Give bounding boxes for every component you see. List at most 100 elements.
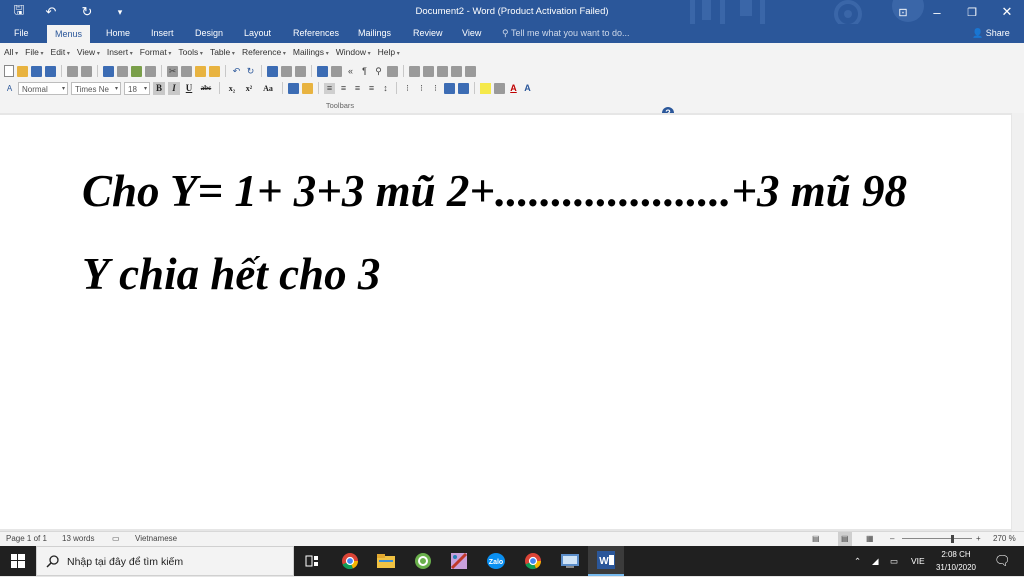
show-hide-paragraph-icon[interactable]: ¶ bbox=[359, 66, 370, 77]
file-explorer-icon[interactable] bbox=[368, 546, 404, 576]
menu-view[interactable]: View bbox=[77, 47, 100, 60]
font-color-icon[interactable]: A bbox=[508, 83, 519, 94]
tab-home[interactable]: Home bbox=[104, 24, 132, 43]
email-icon[interactable] bbox=[81, 65, 92, 77]
drawing-icon[interactable] bbox=[331, 65, 342, 77]
battery-icon[interactable]: ▭ bbox=[890, 546, 898, 576]
new-document-icon[interactable] bbox=[4, 65, 14, 77]
insert-table-icon[interactable] bbox=[295, 65, 306, 77]
text-box-icon[interactable] bbox=[451, 65, 462, 77]
highlight-icon[interactable] bbox=[480, 82, 491, 94]
menu-format[interactable]: Format bbox=[140, 47, 172, 60]
menu-all[interactable]: All bbox=[4, 47, 18, 60]
installer-app-icon[interactable] bbox=[552, 546, 588, 576]
proofing-icon[interactable]: ▭ bbox=[112, 532, 120, 546]
input-language[interactable]: VIE bbox=[911, 546, 925, 576]
line-spacing-icon[interactable]: ↕ bbox=[380, 83, 391, 94]
read-mode-icon[interactable]: ▤ bbox=[812, 532, 820, 546]
cut-icon[interactable]: ✂ bbox=[167, 65, 178, 77]
justify-icon[interactable]: ≡ bbox=[366, 83, 377, 94]
chrome-icon[interactable] bbox=[332, 546, 368, 576]
tab-mailings[interactable]: Mailings bbox=[356, 24, 393, 43]
increase-indent-icon[interactable] bbox=[458, 82, 469, 94]
menu-help[interactable]: Help bbox=[378, 47, 400, 60]
wifi-icon[interactable]: ◢ bbox=[872, 546, 879, 576]
print-preview-icon[interactable] bbox=[117, 65, 128, 77]
menu-table[interactable]: Table bbox=[210, 47, 235, 60]
taskbar-search-input[interactable]: Nhập tại đây để tìm kiếm bbox=[36, 546, 294, 576]
subscript-button[interactable]: x₂ bbox=[225, 82, 239, 95]
menu-insert[interactable]: Insert bbox=[107, 47, 133, 60]
format-painter-icon[interactable] bbox=[209, 65, 220, 77]
share-button[interactable]: 👤 Share bbox=[972, 24, 1010, 43]
zoom-in-button[interactable]: + bbox=[976, 532, 981, 546]
change-case-button[interactable]: Aa bbox=[259, 82, 277, 95]
font-dropdown[interactable]: Times Ne bbox=[71, 81, 121, 96]
minimize-button[interactable]: – bbox=[920, 0, 954, 24]
page-view-icon[interactable] bbox=[387, 65, 398, 77]
paste-icon[interactable] bbox=[195, 65, 206, 77]
tab-design[interactable]: Design bbox=[193, 24, 225, 43]
tables-borders-icon[interactable] bbox=[281, 65, 292, 77]
align-center-icon[interactable]: ≡ bbox=[338, 83, 349, 94]
paint-app-icon[interactable] bbox=[441, 546, 477, 576]
text-effects-icon[interactable] bbox=[288, 82, 299, 94]
textbox-options-icon[interactable] bbox=[465, 65, 476, 77]
spelling-icon[interactable] bbox=[131, 65, 142, 77]
notifications-icon[interactable]: 🗨 bbox=[994, 546, 1011, 576]
styles-icon[interactable]: A bbox=[4, 83, 15, 94]
zalo-icon[interactable]: Zalo bbox=[478, 546, 514, 576]
permission-icon[interactable] bbox=[67, 65, 78, 77]
tab-view[interactable]: View bbox=[460, 24, 483, 43]
strikethrough-button[interactable]: abc bbox=[198, 82, 214, 95]
ribbon-display-options-icon[interactable]: ⊡ bbox=[886, 0, 920, 24]
web-layout-icon[interactable]: ▦ bbox=[866, 532, 874, 546]
copy-icon[interactable] bbox=[181, 65, 192, 77]
undo-icon[interactable]: ↶ bbox=[231, 66, 242, 77]
menu-edit[interactable]: Edit bbox=[51, 47, 70, 60]
start-button[interactable] bbox=[0, 546, 36, 576]
save-all-icon[interactable] bbox=[45, 65, 56, 77]
quote-icon[interactable]: « bbox=[345, 66, 356, 77]
shading-icon[interactable] bbox=[494, 82, 505, 94]
clear-formatting-icon[interactable] bbox=[302, 82, 313, 94]
zoom-level[interactable]: 270 % bbox=[993, 532, 1016, 546]
shapes-icon[interactable] bbox=[437, 65, 448, 77]
chrome-icon-2[interactable] bbox=[515, 546, 551, 576]
font-size-dropdown[interactable]: 18 bbox=[124, 81, 150, 96]
research-icon[interactable] bbox=[145, 65, 156, 77]
zoom-slider-handle[interactable] bbox=[951, 535, 954, 543]
language-indicator[interactable]: Vietnamese bbox=[135, 532, 177, 546]
restore-button[interactable]: ❐ bbox=[955, 0, 989, 24]
text-effects-outline-icon[interactable]: A bbox=[522, 83, 533, 94]
underline-button[interactable]: U bbox=[183, 82, 195, 95]
hyperlink-icon[interactable] bbox=[267, 65, 278, 77]
document-page[interactable]: Cho Y= 1+ 3+3 mũ 2+.....................… bbox=[0, 115, 1011, 529]
word-taskbar-icon[interactable]: W bbox=[588, 546, 624, 576]
menu-reference[interactable]: Reference bbox=[242, 47, 286, 60]
superscript-button[interactable]: x² bbox=[242, 82, 256, 95]
numbering-icon[interactable]: ⁝ bbox=[416, 83, 427, 94]
tab-review[interactable]: Review bbox=[411, 24, 445, 43]
track-changes-icon[interactable] bbox=[409, 65, 420, 77]
align-left-icon[interactable]: ≡ bbox=[324, 82, 335, 94]
style-dropdown[interactable]: Normal bbox=[18, 81, 68, 96]
comments-icon[interactable] bbox=[423, 65, 434, 77]
green-app-icon[interactable] bbox=[405, 546, 441, 576]
zoom-out-button[interactable]: – bbox=[890, 532, 894, 546]
zoom-slider[interactable] bbox=[902, 538, 972, 539]
tab-file[interactable]: File bbox=[12, 24, 31, 43]
tab-menus[interactable]: Menus bbox=[47, 25, 91, 43]
menu-file[interactable]: File bbox=[25, 47, 43, 60]
menu-mailings[interactable]: Mailings bbox=[293, 47, 329, 60]
menu-window[interactable]: Window bbox=[336, 47, 371, 60]
tab-layout[interactable]: Layout bbox=[242, 24, 273, 43]
menu-tools[interactable]: Tools bbox=[178, 47, 203, 60]
system-clock[interactable]: 2:08 CH 31/10/2020 bbox=[926, 548, 986, 574]
bold-button[interactable]: B bbox=[153, 81, 165, 95]
close-button[interactable]: ✕ bbox=[990, 0, 1024, 24]
decrease-indent-icon[interactable] bbox=[444, 82, 455, 94]
task-view-icon[interactable] bbox=[294, 546, 330, 576]
word-count[interactable]: 13 words bbox=[62, 532, 94, 546]
tell-me-search[interactable]: ⚲ Tell me what you want to do... bbox=[502, 24, 630, 43]
